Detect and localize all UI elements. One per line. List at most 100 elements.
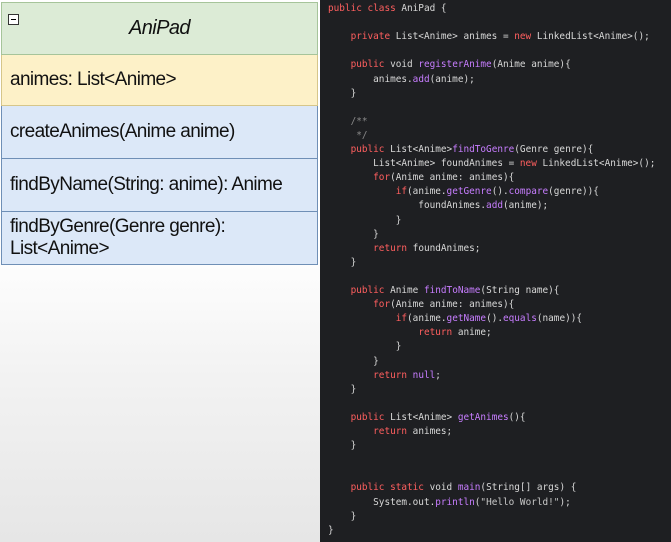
- uml-method: createAnimes(Anime anime): [10, 121, 235, 142]
- code-token: for: [373, 172, 391, 184]
- code-token: registerAnime: [418, 59, 492, 71]
- code-token: }: [328, 87, 357, 99]
- code-token: ;: [435, 369, 441, 381]
- code-line: public List<Anime>findToGenre(Genre genr…: [328, 143, 594, 157]
- code-token: (String[] args) {: [480, 482, 577, 494]
- code-token: if: [395, 186, 408, 198]
- code-token: List<Anime> animes =: [395, 31, 515, 43]
- code-token: animes.: [328, 73, 413, 85]
- code-token: return: [373, 426, 413, 437]
- code-token: private: [350, 31, 396, 43]
- uml-method-row[interactable]: createAnimes(Anime anime): [1, 106, 318, 159]
- code-token: public: [350, 285, 391, 296]
- code-line: }: [328, 383, 357, 397]
- code-token: }: [328, 524, 334, 536]
- code-line: animes.add(anime);: [328, 73, 475, 87]
- code-token: public static: [350, 482, 430, 494]
- code-line: }: [328, 256, 357, 270]
- code-token: new: [519, 158, 543, 170]
- uml-class-box[interactable]: AniPad animes: List<Anime> createAnimes(…: [1, 2, 318, 265]
- code-token: null: [412, 369, 436, 381]
- code-line: public void registerAnime(Anime anime){: [328, 58, 571, 72]
- code-token: "Hello World!": [480, 496, 560, 508]
- code-token: (Genre genre){: [514, 144, 594, 155]
- code-token: getAnimes: [457, 411, 509, 423]
- code-token: /**: [328, 115, 368, 127]
- code-token: System.out.: [328, 496, 436, 508]
- code-token: public: [350, 59, 391, 71]
- code-token: foundAnimes.: [328, 200, 487, 212]
- code-token: println: [435, 496, 475, 508]
- code-token: if: [395, 313, 408, 325]
- code-token: (Anime anime){: [491, 59, 571, 71]
- code-token: Anime: [390, 285, 424, 296]
- code-token: );: [559, 496, 571, 508]
- code-token: void: [429, 482, 458, 494]
- uml-class-header[interactable]: AniPad: [1, 2, 318, 55]
- code-line: }: [328, 439, 357, 453]
- code-token: findToName: [423, 285, 481, 296]
- uml-method-row[interactable]: findByName(String: anime): Anime: [1, 159, 318, 212]
- code-token: }: [328, 256, 357, 268]
- uml-class-name: AniPad: [129, 17, 191, 39]
- code-token: return: [373, 242, 413, 254]
- code-line: System.out.println("Hello World!");: [328, 496, 571, 510]
- code-token: public: [350, 411, 391, 423]
- code-token: main: [457, 482, 481, 494]
- code-line: }: [328, 524, 334, 538]
- code-line: if(anime.getGenre().compare(genre)){: [328, 185, 599, 199]
- code-line: */: [328, 129, 368, 143]
- minus-box-icon[interactable]: [8, 14, 19, 25]
- code-token: (genre)){: [548, 186, 599, 198]
- code-token: (){: [508, 411, 526, 423]
- code-token: public class: [328, 3, 402, 14]
- code-token: compare: [508, 186, 549, 198]
- code-token: }: [328, 355, 379, 367]
- code-token: findToGenre: [452, 144, 515, 155]
- code-token: void: [390, 59, 419, 71]
- code-token: ().: [486, 313, 503, 325]
- code-editor[interactable]: public class AniPad { private List<Anime…: [320, 0, 671, 542]
- uml-attribute: animes: List<Anime>: [10, 69, 177, 90]
- code-line: }: [328, 228, 379, 242]
- code-token: (String name){: [480, 285, 560, 296]
- code-token: (anime.: [407, 313, 447, 325]
- code-token: }: [328, 228, 379, 240]
- code-token: (Anime anime: animes){: [390, 172, 515, 184]
- code-token: List<Anime> foundAnimes =: [328, 158, 520, 170]
- code-token: animes;: [412, 426, 453, 437]
- code-token: anime;: [457, 327, 492, 339]
- code-token: */: [328, 129, 368, 141]
- uml-attribute-row[interactable]: animes: List<Anime>: [1, 55, 318, 106]
- code-token: List<Anime>: [390, 411, 458, 423]
- code-token: public: [350, 144, 391, 155]
- code-token: (anime);: [502, 200, 549, 212]
- code-token: LinkedList<Anime>();: [542, 158, 656, 170]
- code-token: (Anime anime: animes){: [390, 299, 515, 311]
- code-token: }: [328, 214, 402, 226]
- code-line: for(Anime anime: animes){: [328, 171, 514, 185]
- code-line: return null;: [328, 369, 441, 383]
- code-line: return anime;: [328, 326, 492, 340]
- code-line: }: [328, 340, 402, 354]
- code-token: ().: [491, 186, 509, 198]
- code-line: foundAnimes.add(anime);: [328, 199, 548, 213]
- code-token: }: [328, 440, 357, 452]
- uml-method-row[interactable]: findByGenre(Genre genre): List<Anime>: [1, 212, 318, 265]
- code-token: List<Anime>: [390, 144, 453, 155]
- code-token: return: [373, 369, 413, 381]
- code-line: }: [328, 510, 357, 524]
- code-token: getName: [446, 313, 487, 325]
- code-line: if(anime.getName().equals(name)){: [328, 312, 582, 326]
- uml-diagram-panel: AniPad animes: List<Anime> createAnimes(…: [0, 0, 320, 542]
- code-line: public List<Anime> getAnimes(){: [328, 411, 526, 425]
- uml-method: findByName(String: anime): Anime: [10, 174, 283, 195]
